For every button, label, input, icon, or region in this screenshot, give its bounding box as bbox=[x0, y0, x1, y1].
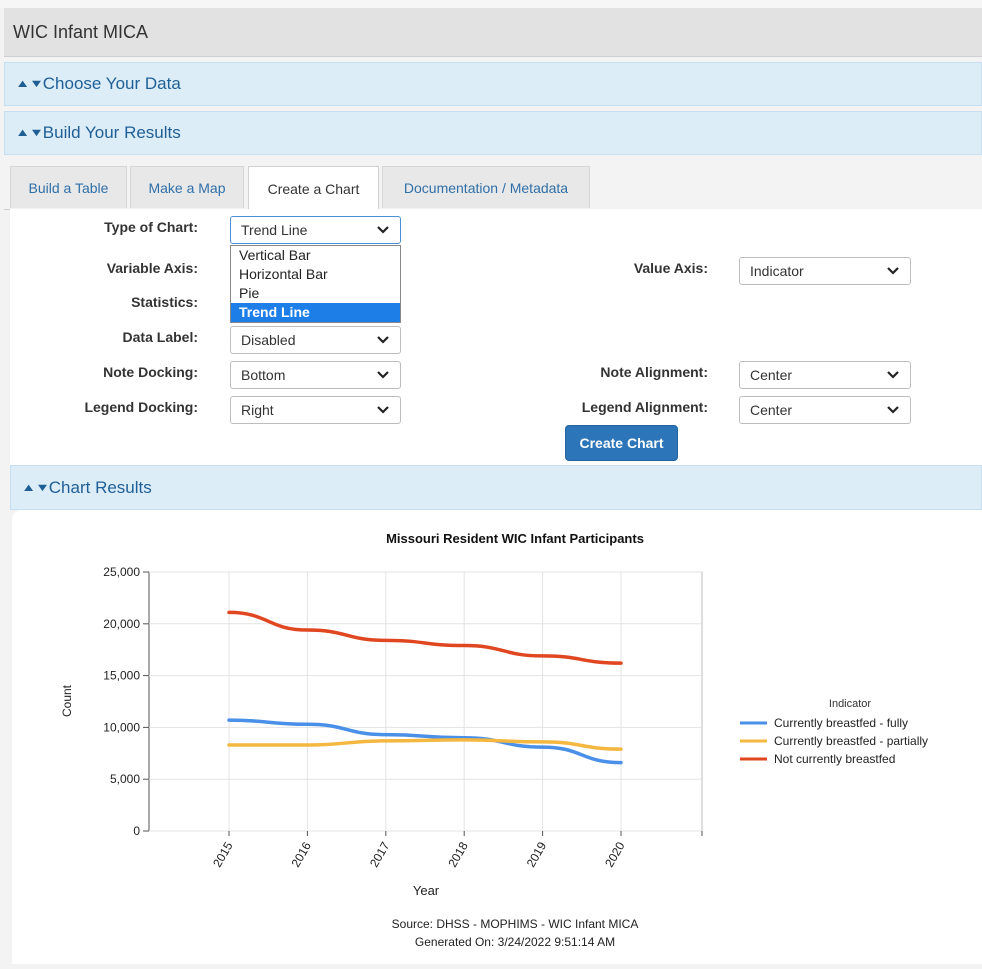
x-tick-label: 2015 bbox=[210, 839, 236, 869]
option-horizontal-bar[interactable]: Horizontal Bar bbox=[231, 265, 400, 284]
x-tick-label: 2019 bbox=[524, 839, 550, 869]
y-axis-ticks: 0 5,000 10,000 15,000 20,000 25,000 bbox=[103, 565, 149, 838]
note-docking-select[interactable]: Bottom bbox=[230, 361, 401, 389]
type-of-chart-label: Type of Chart: bbox=[104, 219, 198, 235]
chart-container: Missouri Resident WIC Infant Participant… bbox=[12, 510, 982, 964]
value-axis-value: Indicator bbox=[750, 263, 804, 279]
series-line bbox=[227, 610, 623, 665]
value-axis-select[interactable]: Indicator bbox=[739, 257, 911, 285]
x-axis-ticks: 2015 2016 2017 2018 2019 2020 bbox=[210, 831, 703, 870]
chart-results-label: Chart Results bbox=[48, 478, 152, 497]
legend-docking-label: Legend Docking: bbox=[84, 399, 198, 415]
choose-data-label: Choose Your Data bbox=[42, 74, 181, 93]
chevron-down-icon bbox=[887, 371, 899, 379]
type-of-chart-select[interactable]: Trend Line bbox=[230, 216, 401, 244]
legend-alignment-select[interactable]: Center bbox=[739, 396, 911, 424]
type-of-chart-value: Trend Line bbox=[241, 222, 308, 238]
y-axis-label: Count bbox=[60, 684, 74, 717]
x-tick-label: 2018 bbox=[445, 839, 471, 869]
tab-make-map[interactable]: Make a Map bbox=[130, 166, 244, 208]
chart-source-note: Source: DHSS - MOPHIMS - WIC Infant MICA bbox=[392, 917, 639, 931]
option-pie[interactable]: Pie bbox=[231, 284, 400, 303]
chart-results-panel[interactable]: ▲▼ Chart Results bbox=[10, 465, 982, 510]
legend: Currently breastfed - fully Currently bre… bbox=[740, 716, 928, 766]
data-label-value: Disabled bbox=[241, 332, 296, 348]
x-tick-label: 2020 bbox=[602, 839, 628, 869]
tab-create-chart[interactable]: Create a Chart bbox=[248, 166, 379, 210]
top-strip bbox=[0, 0, 982, 8]
tab-bar: Build a Table Make a Map Create a Chart … bbox=[4, 156, 982, 210]
trend-line-chart: Missouri Resident WIC Infant Participant… bbox=[60, 531, 928, 949]
chart-generated-note: Generated On: 3/24/2022 9:51:14 AM bbox=[415, 935, 615, 949]
app-title-bar: WIC Infant MICA bbox=[4, 8, 982, 57]
chevron-up-down-icon: ▲▼ bbox=[15, 78, 44, 90]
y-tick-label: 0 bbox=[133, 824, 140, 838]
value-axis-label: Value Axis: bbox=[633, 260, 708, 276]
chart-type-dropdown-list: Vertical Bar Horizontal Bar Pie Trend Li… bbox=[230, 245, 401, 323]
tab-label: Create a Chart bbox=[267, 180, 360, 197]
chevron-down-icon bbox=[887, 267, 899, 275]
note-docking-label: Note Docking: bbox=[103, 364, 198, 380]
chevron-up-down-icon: ▲▼ bbox=[15, 127, 44, 139]
y-tick-label: 15,000 bbox=[103, 669, 140, 683]
tab-label: Documentation / Metadata bbox=[403, 179, 569, 196]
option-trend-line[interactable]: Trend Line bbox=[231, 303, 400, 322]
tab-label: Build a Table bbox=[28, 179, 109, 196]
legend-docking-value: Right bbox=[241, 402, 274, 418]
note-alignment-value: Center bbox=[750, 367, 793, 383]
chart-title: Missouri Resident WIC Infant Participant… bbox=[386, 531, 644, 546]
note-alignment-select[interactable]: Center bbox=[739, 361, 911, 389]
note-docking-value: Bottom bbox=[241, 367, 286, 383]
legend-alignment-value: Center bbox=[750, 402, 793, 418]
legend-entry: Currently breastfed - fully bbox=[774, 716, 908, 730]
x-axis-label: Year bbox=[413, 883, 440, 898]
legend-alignment-label: Legend Alignment: bbox=[581, 399, 708, 415]
chevron-down-icon bbox=[377, 226, 389, 234]
data-label-select[interactable]: Disabled bbox=[230, 326, 401, 354]
chevron-up-down-icon: ▲▼ bbox=[21, 482, 50, 494]
x-tick-label: 2016 bbox=[289, 839, 315, 869]
choose-data-panel[interactable]: ▲▼ Choose Your Data bbox=[4, 62, 982, 106]
y-tick-label: 5,000 bbox=[110, 772, 140, 786]
chevron-down-icon bbox=[377, 406, 389, 414]
create-chart-button[interactable]: Create Chart bbox=[565, 425, 678, 461]
x-tick-label: 2017 bbox=[367, 839, 393, 869]
chevron-down-icon bbox=[887, 406, 899, 414]
option-vertical-bar[interactable]: Vertical Bar bbox=[231, 246, 400, 265]
tab-build-table[interactable]: Build a Table bbox=[10, 166, 127, 208]
chevron-down-icon bbox=[377, 371, 389, 379]
y-tick-label: 10,000 bbox=[103, 720, 140, 734]
legend-entry: Currently breastfed - partially bbox=[774, 734, 928, 748]
legend-entry: Not currently breastfed bbox=[774, 752, 895, 766]
series-lines bbox=[227, 610, 623, 765]
tab-documentation[interactable]: Documentation / Metadata bbox=[382, 166, 590, 208]
note-alignment-label: Note Alignment: bbox=[600, 364, 708, 380]
build-results-panel[interactable]: ▲▼ Build Your Results bbox=[4, 111, 982, 155]
variable-axis-label: Variable Axis: bbox=[106, 260, 198, 276]
app-title: WIC Infant MICA bbox=[13, 22, 149, 42]
legend-docking-select[interactable]: Right bbox=[230, 396, 401, 424]
data-label-label: Data Label: bbox=[122, 329, 198, 345]
y-tick-label: 25,000 bbox=[103, 565, 140, 579]
legend-title: Indicator bbox=[829, 698, 872, 710]
statistics-label: Statistics: bbox=[131, 294, 198, 310]
y-tick-label: 20,000 bbox=[103, 617, 140, 631]
tab-label: Make a Map bbox=[148, 179, 226, 196]
chevron-down-icon bbox=[377, 336, 389, 344]
build-results-label: Build Your Results bbox=[42, 123, 181, 142]
